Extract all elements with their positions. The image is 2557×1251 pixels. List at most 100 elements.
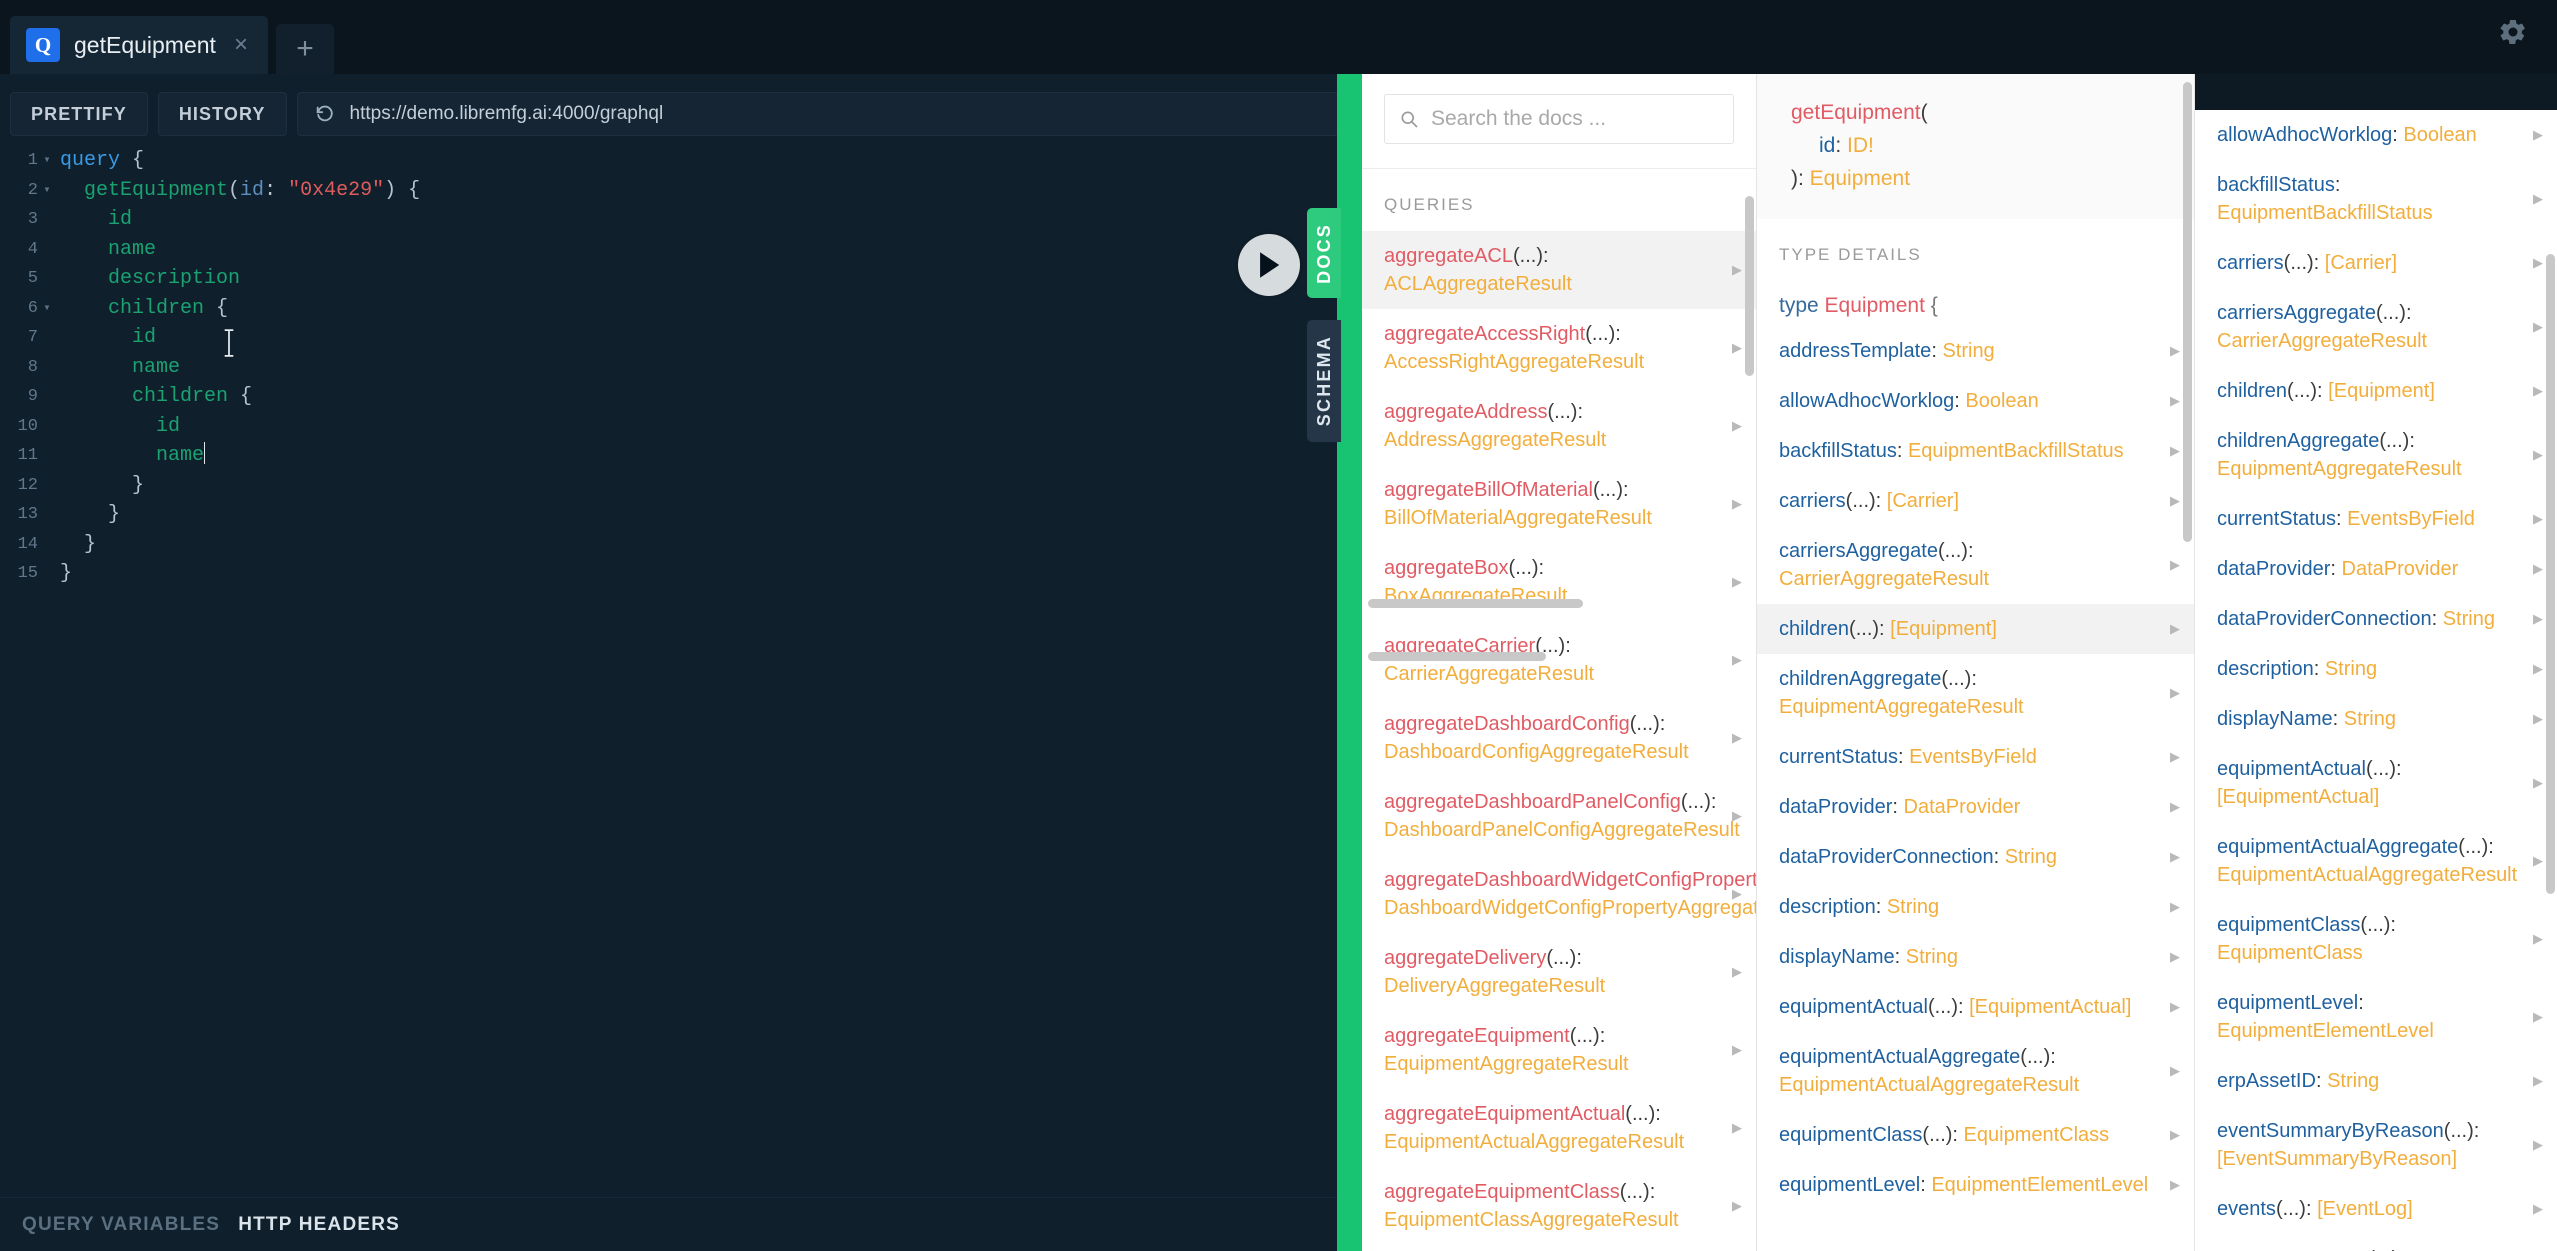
doc-item-type[interactable]: EventsByField	[1909, 746, 2037, 768]
doc-item-type[interactable]: BillOfMaterialAggregateResult	[1384, 507, 1652, 529]
type-field-item[interactable]: dataProvider: DataProvider ▶	[1757, 782, 2194, 832]
type-field-item[interactable]: childrenAggregate(...): EquipmentAggrega…	[1757, 654, 2194, 732]
type-name[interactable]: Equipment	[1825, 294, 1925, 317]
doc-item-type[interactable]: EquipmentActualAggregateResult	[1779, 1074, 2079, 1096]
queries-list-item[interactable]: aggregateACL(...): ACLAggregateResult ▶	[1362, 231, 1756, 309]
chevron-right-icon[interactable]: ▶	[2533, 925, 2543, 953]
sidebar-item-docs[interactable]: DOCS	[1307, 208, 1341, 298]
doc-item-type[interactable]: [EventSummaryByReason]	[2217, 1148, 2457, 1170]
type-field-item[interactable]: backfillStatus: EquipmentBackfillStatus ▶	[1757, 426, 2194, 476]
chevron-right-icon[interactable]: ▶	[2533, 1003, 2543, 1031]
type-field-item[interactable]: displayName: String ▶	[1757, 932, 2194, 982]
type-field-item[interactable]: equipmentActual(...): [EquipmentActual] ▶	[1757, 982, 2194, 1032]
type-detail-scrollbar[interactable]	[2546, 254, 2555, 894]
type-detail-field-item[interactable]: children(...): [Equipment] ▶	[2195, 366, 2557, 416]
chevron-right-icon[interactable]: ▶	[2170, 993, 2180, 1021]
doc-item-type[interactable]: EquipmentClass	[1964, 1124, 2110, 1146]
code-line[interactable]: 5 description	[0, 264, 1362, 294]
chevron-right-icon[interactable]: ▶	[2170, 551, 2180, 579]
code-line[interactable]: 1 ▾ query {	[0, 146, 1362, 176]
chevron-right-icon[interactable]: ▶	[2533, 769, 2543, 797]
doc-item-type[interactable]: EquipmentActualAggregateResult	[1384, 1131, 1684, 1153]
type-detail-field-item[interactable]: displayName: String ▶	[2195, 694, 2557, 744]
chevron-right-icon[interactable]: ▶	[2170, 615, 2180, 643]
doc-item-type[interactable]: CarrierAggregateResult	[2217, 330, 2427, 352]
code-line[interactable]: 4 name	[0, 235, 1362, 265]
signature-arg-type[interactable]: ID!	[1847, 134, 1874, 157]
code-line[interactable]: 14 }	[0, 530, 1362, 560]
chevron-right-icon[interactable]: ▶	[2533, 1067, 2543, 1095]
doc-item-type[interactable]: ACLAggregateResult	[1384, 273, 1572, 295]
doc-item-type[interactable]: AddressAggregateResult	[1384, 429, 1606, 451]
type-detail-field-item[interactable]: dataProvider: DataProvider ▶	[2195, 544, 2557, 594]
chevron-right-icon[interactable]: ▶	[2170, 843, 2180, 871]
doc-item-type[interactable]: EquipmentClassAggregateResult	[1384, 1209, 1679, 1231]
chevron-right-icon[interactable]: ▶	[1732, 490, 1742, 518]
doc-item-type[interactable]: DashboardPanelConfigAggregateResult	[1384, 819, 1740, 841]
queries-list-item[interactable]: aggregateAccessRight(...): AccessRightAg…	[1362, 309, 1756, 387]
type-detail-field-item[interactable]: currentStatus: EventsByField ▶	[2195, 494, 2557, 544]
type-detail-field-item[interactable]: eventSummaryByReason(...): [EventSummary…	[2195, 1106, 2557, 1184]
chevron-right-icon[interactable]: ▶	[1732, 412, 1742, 440]
type-field-item[interactable]: description: String ▶	[1757, 882, 2194, 932]
doc-item-type[interactable]: [EquipmentActual]	[1969, 996, 2131, 1018]
graphql-query-code[interactable]: 1 ▾ query {2 ▾ getEquipment(id: "0x4e29") {…	[0, 146, 1362, 1186]
add-tab-button[interactable]: +	[275, 24, 334, 74]
doc-item-type[interactable]: EquipmentElementLevel	[2217, 1020, 2434, 1042]
search-input[interactable]: Search the docs ...	[1384, 94, 1734, 144]
chevron-right-icon[interactable]: ▶	[1732, 802, 1742, 830]
endpoint-url-field[interactable]: https://demo.libremfg.ai:4000/graphql	[296, 92, 1348, 136]
refresh-icon[interactable]	[314, 103, 336, 125]
type-detail-field-item[interactable]: equipmentActualAggregate(...): Equipment…	[2195, 822, 2557, 900]
doc-item-type[interactable]: EquipmentBackfillStatus	[2217, 202, 2433, 224]
prettify-button[interactable]: PRETTIFY	[10, 92, 148, 136]
doc-item-type[interactable]: [Equipment]	[1890, 618, 1997, 640]
chevron-right-icon[interactable]: ▶	[1732, 1192, 1742, 1220]
queries-hscrollbar-2[interactable]	[1368, 652, 1546, 661]
chevron-right-icon[interactable]: ▶	[1732, 1114, 1742, 1142]
type-detail-field-item[interactable]: description: String ▶	[2195, 644, 2557, 694]
queries-hscrollbar-1[interactable]	[1368, 599, 1583, 608]
fold-toggle-icon[interactable]: ▾	[40, 146, 54, 176]
doc-item-type[interactable]: EquipmentClass	[2217, 942, 2363, 964]
chevron-right-icon[interactable]: ▶	[2170, 1171, 2180, 1199]
doc-item-type[interactable]: String	[2325, 658, 2377, 680]
sidebar-item-schema[interactable]: SCHEMA	[1307, 320, 1341, 442]
fold-toggle-icon[interactable]: ▾	[40, 176, 54, 206]
code-line[interactable]: 10 id	[0, 412, 1362, 442]
doc-item-type[interactable]: EquipmentActualAggregateResult	[2217, 864, 2517, 886]
type-detail-field-item[interactable]: equipmentLevel: EquipmentElementLevel ▶	[2195, 978, 2557, 1056]
doc-item-type[interactable]: DashboardConfigAggregateResult	[1384, 741, 1689, 763]
doc-item-type[interactable]: DataProvider	[1904, 796, 2021, 818]
code-line[interactable]: 12 }	[0, 471, 1362, 501]
chevron-right-icon[interactable]: ▶	[1732, 256, 1742, 284]
type-detail-field-item[interactable]: carriers(...): [Carrier] ▶	[2195, 238, 2557, 288]
tab-query-variables[interactable]: QUERY VARIABLES	[22, 1214, 220, 1236]
type-field-item[interactable]: allowAdhocWorklog: Boolean ▶	[1757, 376, 2194, 426]
type-detail-field-item[interactable]: equipmentClass(...): EquipmentClass ▶	[2195, 900, 2557, 978]
chevron-right-icon[interactable]: ▶	[1732, 880, 1742, 908]
type-detail-field-item[interactable]: backfillStatus: EquipmentBackfillStatus ▶	[2195, 160, 2557, 238]
chevron-right-icon[interactable]: ▶	[2170, 387, 2180, 415]
code-line[interactable]: 8 name	[0, 353, 1362, 383]
chevron-right-icon[interactable]: ▶	[2533, 441, 2543, 469]
code-line[interactable]: 2 ▾ getEquipment(id: "0x4e29") {	[0, 176, 1362, 206]
doc-item-type[interactable]: DashboardWidgetConfigPropertyAggregateRe…	[1384, 897, 1756, 919]
chevron-right-icon[interactable]: ▶	[2533, 313, 2543, 341]
history-button[interactable]: HISTORY	[157, 92, 287, 136]
doc-item-type[interactable]: String	[2327, 1070, 2379, 1092]
doc-item-type[interactable]: CarrierAggregateResult	[1779, 568, 1989, 590]
queries-list-item[interactable]: aggregateDashboardConfig(...): Dashboard…	[1362, 699, 1756, 777]
type-field-item[interactable]: carriersAggregate(...): CarrierAggregate…	[1757, 526, 2194, 604]
type-field-item[interactable]: dataProviderConnection: String ▶	[1757, 832, 2194, 882]
queries-list-item[interactable]: aggregateBox(...): BoxAggregateResult ▶	[1362, 543, 1756, 621]
chevron-right-icon[interactable]: ▶	[2533, 705, 2543, 733]
chevron-right-icon[interactable]: ▶	[1732, 568, 1742, 596]
type-field-item[interactable]: currentStatus: EventsByField ▶	[1757, 732, 2194, 782]
queries-list-item[interactable]: aggregateDashboardPanelConfig(...): Dash…	[1362, 777, 1756, 855]
type-field-item[interactable]: equipmentActualAggregate(...): Equipment…	[1757, 1032, 2194, 1110]
doc-item-type[interactable]: String	[2443, 608, 2495, 630]
chevron-right-icon[interactable]: ▶	[2170, 437, 2180, 465]
chevron-right-icon[interactable]: ▶	[2533, 121, 2543, 149]
type-detail-field-item[interactable]: carriersAggregate(...): CarrierAggregate…	[2195, 288, 2557, 366]
